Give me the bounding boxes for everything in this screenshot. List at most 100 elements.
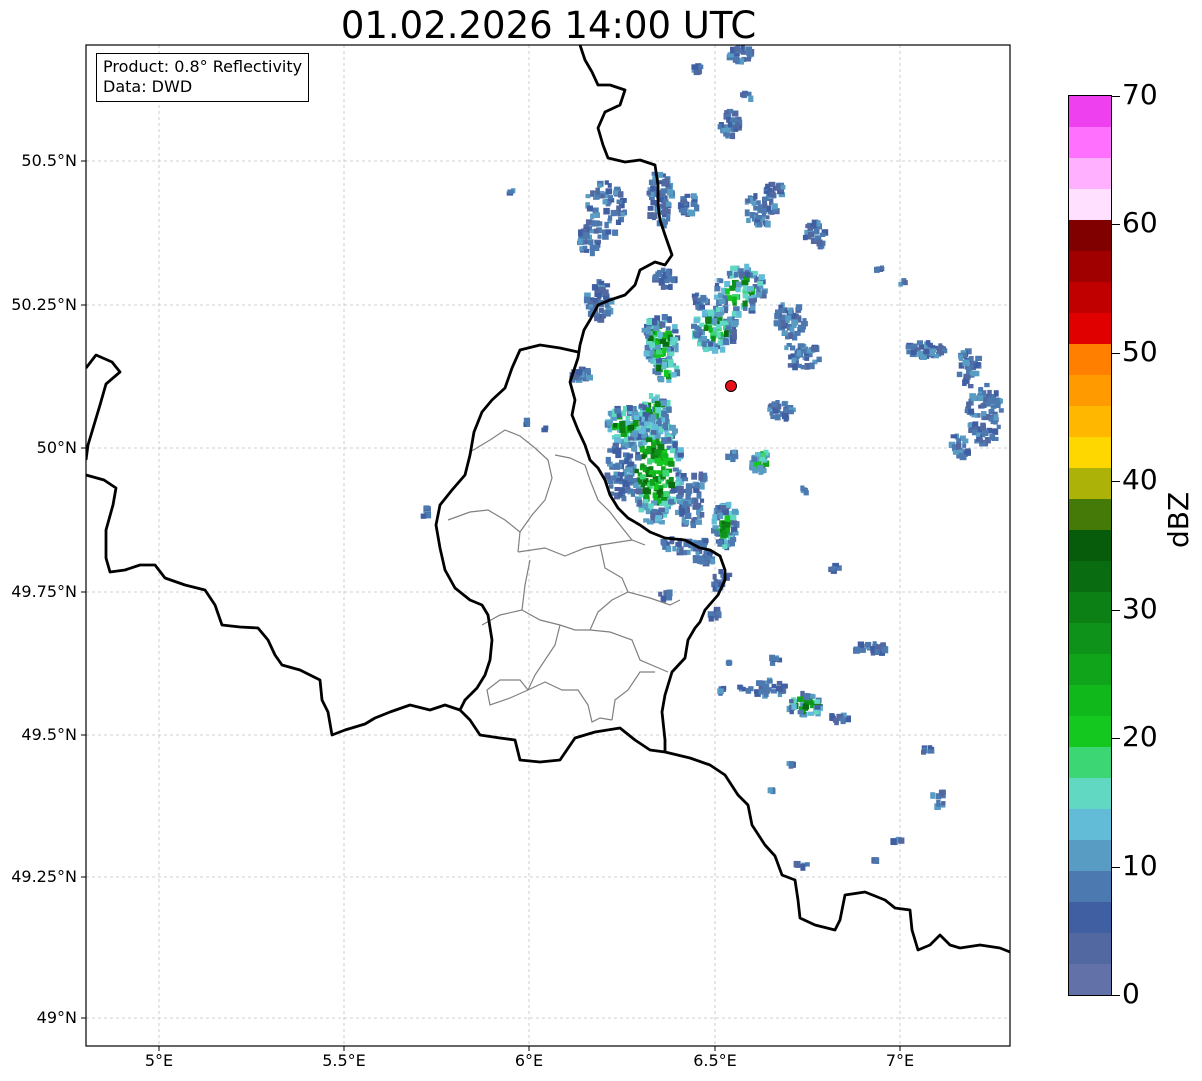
- radar-echo-pixel: [729, 285, 735, 291]
- radar-echo-pixel: [676, 494, 683, 500]
- radar-echo-pixel: [993, 390, 999, 397]
- radar-echo-pixel: [736, 281, 742, 288]
- radar-echo-pixel: [769, 191, 776, 198]
- radar-echo-pixel: [807, 711, 815, 716]
- radar-echo-pixel: [676, 500, 682, 505]
- radar-echo-pixel: [652, 318, 658, 326]
- radar-echo-pixel: [717, 688, 724, 695]
- radar-echo-pixel: [723, 339, 730, 346]
- radar-echo-pixel: [782, 330, 788, 336]
- radar-echo-pixel: [917, 350, 924, 358]
- lon-tick-label: 5.5°E: [322, 1051, 366, 1070]
- radar-echo-pixel: [685, 483, 692, 490]
- radar-echo-pixel: [661, 453, 669, 459]
- radar-echo-pixel: [670, 372, 677, 378]
- radar-echo-pixel: [712, 525, 719, 530]
- radar-echo-pixel: [582, 232, 590, 239]
- radar-echo-pixel: [608, 484, 614, 489]
- radar-echo-pixel: [691, 472, 698, 480]
- radar-echo-pixel: [968, 356, 974, 362]
- radar-echo-pixel: [743, 306, 748, 311]
- colorbar-tick: [1112, 866, 1120, 868]
- radar-echo-pixel: [627, 424, 635, 431]
- radar-echo-pixel: [619, 487, 625, 494]
- radar-echo-pixel: [685, 494, 691, 500]
- radar-echo-pixel: [668, 481, 675, 489]
- radar-echo-pixel: [819, 232, 826, 237]
- radar-echo-pixel: [810, 693, 815, 699]
- radar-echo-pixel: [699, 558, 704, 565]
- radar-echo-pixel: [941, 801, 946, 806]
- radar-echo-pixel: [626, 453, 634, 459]
- radar-echo-pixel: [657, 331, 663, 337]
- radar-echo-pixel: [603, 207, 610, 215]
- radar-echo-pixel: [615, 219, 622, 225]
- radar-site-marker: [725, 380, 737, 392]
- radar-echo-pixel: [645, 437, 653, 443]
- colorbar-segment: [1069, 127, 1111, 158]
- radar-echo-pixel: [711, 347, 719, 354]
- radar-echo-pixel: [651, 471, 656, 477]
- radar-echo-pixel: [608, 195, 613, 200]
- radar-echo-pixel: [639, 448, 645, 453]
- radar-echo-pixel: [789, 326, 795, 332]
- radar-echo-pixel: [603, 289, 609, 297]
- data-source-label: Data: DWD: [103, 77, 193, 96]
- radar-echo-pixel: [720, 505, 727, 511]
- radar-echo-pixel: [791, 704, 797, 710]
- radar-echo-pixel: [627, 461, 635, 467]
- radar-echo-pixel: [711, 335, 716, 342]
- radar-echo-pixel: [712, 573, 717, 580]
- lat-tick-label: 49.25°N: [11, 867, 77, 886]
- radar-echo-pixel: [657, 417, 662, 425]
- radar-echo-pixel: [662, 178, 669, 186]
- axis-ticks: [81, 160, 901, 1051]
- radar-echo-pixel: [742, 300, 748, 308]
- radar-echo-pixel: [597, 292, 602, 298]
- radar-echo-pixel: [690, 201, 697, 207]
- colorbar-tick-label: 20: [1122, 720, 1158, 754]
- colorbar-tick: [1112, 738, 1120, 740]
- radar-echo-pixel: [800, 485, 805, 491]
- lon-tick-label: 6.5°E: [693, 1051, 737, 1070]
- radar-echo-pixel: [727, 316, 733, 323]
- radar-echo-pixel: [717, 340, 722, 346]
- radar-echo-pixel: [597, 234, 602, 239]
- radar-echo-pixel: [788, 332, 794, 339]
- radar-echo-pixel: [921, 749, 926, 755]
- colorbar-segment: [1069, 778, 1111, 809]
- radar-echo-pixel: [727, 122, 733, 128]
- radar-echo-pixel: [653, 273, 659, 281]
- colorbar-segment: [1069, 840, 1111, 871]
- radar-echo-pixel: [753, 193, 758, 200]
- radar-echo-pixel: [640, 474, 646, 480]
- radar-echo-pixel: [572, 374, 579, 380]
- radar-echo-pixel: [788, 307, 793, 315]
- radar-echo-pixel: [956, 371, 963, 378]
- radar-echo-pixel: [989, 433, 996, 441]
- radar-echo-pixel: [984, 382, 990, 388]
- radar-echo-pixel: [648, 179, 654, 185]
- radar-echo-pixel: [654, 345, 661, 351]
- radar-echo-pixel: [699, 304, 705, 310]
- radar-echo-pixel: [678, 447, 684, 453]
- radar-echo-pixel: [654, 457, 662, 463]
- radar-echo-pixel: [805, 862, 810, 867]
- radar-echo-pixel: [616, 199, 623, 205]
- radar-echo-pixel: [662, 347, 667, 353]
- radar-echo-pixel: [674, 346, 679, 353]
- radar-echo-pixel: [651, 442, 657, 448]
- radar-echo-pixel: [802, 234, 808, 241]
- radar-echo-pixel: [667, 316, 672, 323]
- radar-echo-pixel: [618, 191, 624, 198]
- radar-echo-pixel: [604, 472, 611, 479]
- radar-echo-pixel: [735, 47, 740, 52]
- radar-echo-pixel: [713, 294, 719, 300]
- radar-echo-pixel: [620, 212, 625, 217]
- radar-echo-pixel: [594, 315, 600, 322]
- radar-echo-pixel: [975, 355, 982, 361]
- radar-echo-pixel: [663, 491, 670, 497]
- radar-echo-pixel: [748, 95, 754, 102]
- colorbar-segment: [1069, 406, 1111, 437]
- colorbar-segment: [1069, 220, 1111, 251]
